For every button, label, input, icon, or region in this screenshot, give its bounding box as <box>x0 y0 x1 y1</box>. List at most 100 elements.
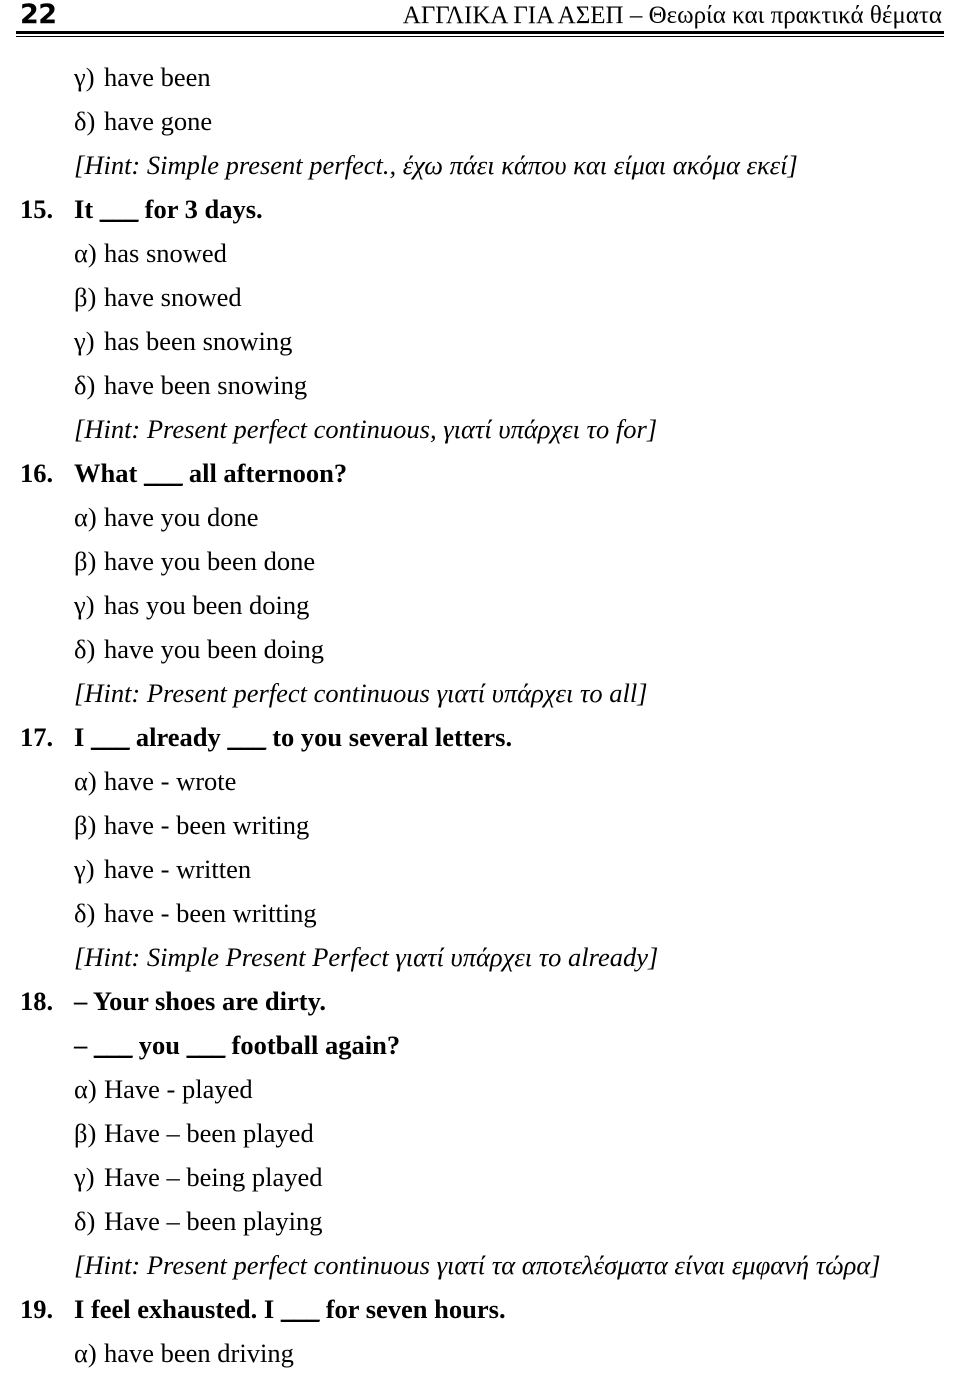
option-row: α) has snowed <box>20 231 944 275</box>
option-row: α) have - wrote <box>20 759 944 803</box>
option-row: β) Have – been played <box>20 1111 944 1155</box>
option-letter: δ) <box>74 106 96 136</box>
option-row: β) have - been writing <box>20 803 944 847</box>
option-letter: δ) <box>74 370 96 400</box>
option-row: γ) has been snowing <box>20 319 944 363</box>
hint-line: [Hint: Present perfect continuous, γιατί… <box>74 414 658 444</box>
option-text: has snowed <box>104 238 227 268</box>
hint-line: [Hint: Present perfect continuous γιατί … <box>74 678 648 708</box>
document-page: 22 ΑΓΓΛΙΚΑ ΓΙΑ ΑΣΕΠ – Θεωρία και πρακτικ… <box>0 0 960 1390</box>
option-letter: α) <box>74 238 97 268</box>
question-stem: 19. I feel exhausted. I ___ for seven ho… <box>20 1287 944 1331</box>
stem-after: all afternoon? <box>182 458 348 488</box>
option-letter: δ) <box>74 1206 96 1236</box>
question-block: 15. It ___ for 3 days. α) has snowed β) … <box>20 187 944 451</box>
dialogue-after: football again? <box>224 1030 401 1060</box>
option-letter: β) <box>74 810 97 840</box>
option-text: have - written <box>104 854 252 884</box>
option-letter: α) <box>74 766 97 796</box>
answer-blank: ___ <box>280 1294 320 1324</box>
option-letter: α) <box>74 1074 97 1104</box>
dialogue-before: – <box>74 1030 94 1060</box>
question-block: 19. I feel exhausted. I ___ for seven ho… <box>20 1287 944 1375</box>
stem-before: What <box>74 458 144 488</box>
question-block: 16. What ___ all afternoon? α) have you … <box>20 451 944 715</box>
option-row: γ) have been <box>20 55 944 99</box>
answer-blank-2: ___ <box>227 722 266 752</box>
continued-options-group: γ) have been δ) have gone [Hint: Simple … <box>20 55 944 187</box>
option-text: Have – being played <box>104 1162 323 1192</box>
option-row: γ) have - written <box>20 847 944 891</box>
option-letter: δ) <box>74 898 96 928</box>
option-letter: δ) <box>74 634 96 664</box>
stem-before: I feel exhausted. I <box>74 1294 281 1324</box>
option-row: α) have you done <box>20 495 944 539</box>
answer-blank: ___ <box>93 1030 133 1060</box>
dialogue-mid: you <box>132 1030 187 1060</box>
answer-blank: ___ <box>99 194 139 224</box>
question-stem: 16. What ___ all afternoon? <box>20 451 944 495</box>
question-text: I ___ already ___ to you several letters… <box>74 715 944 759</box>
option-row: β) have you been done <box>20 539 944 583</box>
option-text: Have – been playing <box>104 1206 323 1236</box>
option-row: δ) have gone <box>20 99 944 143</box>
option-letter: α) <box>74 502 97 532</box>
hint-line: [Hint: Simple present perfect., έχω πάει… <box>74 150 798 180</box>
option-letter: γ) <box>74 1162 95 1192</box>
option-row: δ) have - been writting <box>20 891 944 935</box>
header-divider <box>16 31 944 37</box>
stem-after: for 3 days. <box>138 194 263 224</box>
stem-after: for seven hours. <box>319 1294 506 1324</box>
option-row: γ) has you been doing <box>20 583 944 627</box>
option-row: γ) Have – being played <box>20 1155 944 1199</box>
option-row: α) Have - played <box>20 1067 944 1111</box>
option-text: has been snowing <box>104 326 293 356</box>
question-list: γ) have been δ) have gone [Hint: Simple … <box>16 55 944 1375</box>
option-row: δ) have been snowing <box>20 363 944 407</box>
option-row: α) have been driving <box>20 1331 944 1375</box>
option-letter: β) <box>74 1118 97 1148</box>
question-text: I feel exhausted. I ___ for seven hours. <box>74 1287 944 1331</box>
question-number: 16. <box>20 458 54 488</box>
answer-blank: ___ <box>90 722 130 752</box>
option-letter: γ) <box>74 62 95 92</box>
option-row: δ) have you been doing <box>20 627 944 671</box>
option-text: have - been writting <box>104 898 317 928</box>
book-title: ΑΓΓΛΙΚΑ ΓΙΑ ΑΣΕΠ – Θεωρία και πρακτικά θ… <box>402 2 942 29</box>
option-text: have been driving <box>104 1338 294 1368</box>
stem-after: to you several letters. <box>265 722 513 752</box>
question-stem: 18. – Your shoes are dirty. <box>20 979 944 1023</box>
question-stem: 15. It ___ for 3 days. <box>20 187 944 231</box>
answer-blank: ___ <box>143 458 183 488</box>
page-header: 22 ΑΓΓΛΙΚΑ ΓΙΑ ΑΣΕΠ – Θεωρία και πρακτικ… <box>16 0 944 30</box>
option-letter: γ) <box>74 590 95 620</box>
question-text: What ___ all afternoon? <box>74 451 944 495</box>
question-number: 15. <box>20 194 54 224</box>
option-letter: β) <box>74 282 97 312</box>
option-text: Have – been played <box>104 1118 314 1148</box>
question-stem: 17. I ___ already ___ to you several let… <box>20 715 944 759</box>
option-text: have - wrote <box>104 766 237 796</box>
question-number: 19. <box>20 1294 54 1324</box>
option-row: δ) Have – been playing <box>20 1199 944 1243</box>
option-letter: α) <box>74 1338 97 1368</box>
option-row: β) have snowed <box>20 275 944 319</box>
stem-mid: already <box>129 722 228 752</box>
option-text: have - been writing <box>104 810 310 840</box>
option-letter: γ) <box>74 854 95 884</box>
question-block: 18. – Your shoes are dirty. – ___ you __… <box>20 979 944 1287</box>
question-text: It ___ for 3 days. <box>74 187 944 231</box>
question-block: 17. I ___ already ___ to you several let… <box>20 715 944 979</box>
option-text: have you been done <box>104 546 316 576</box>
stem-before: It <box>74 194 100 224</box>
dialogue-line-1: – Your shoes are dirty. <box>74 986 327 1016</box>
option-text: have you done <box>104 502 259 532</box>
option-text: Have - played <box>104 1074 253 1104</box>
option-letter: γ) <box>74 326 95 356</box>
hint-line: [Hint: Present perfect continuous γιατί … <box>74 1250 881 1280</box>
option-text: have gone <box>104 106 213 136</box>
question-number: 18. <box>20 986 54 1016</box>
hint-line: [Hint: Simple Present Perfect γιατί υπάρ… <box>74 942 659 972</box>
page-number: 22 <box>20 0 57 30</box>
option-letter: β) <box>74 546 97 576</box>
